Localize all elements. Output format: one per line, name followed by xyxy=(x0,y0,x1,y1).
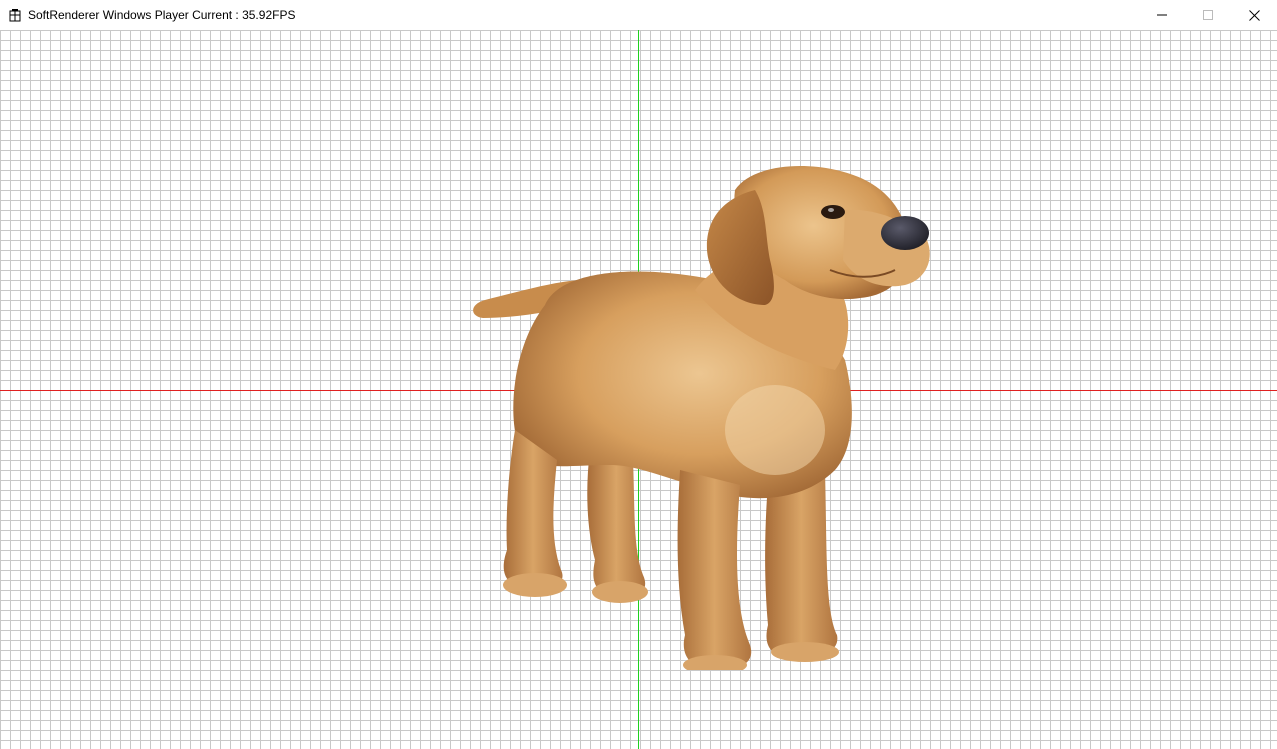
minimize-icon xyxy=(1157,14,1167,16)
window-title: SoftRenderer Windows Player Current : 35… xyxy=(28,8,296,22)
title-bar[interactable]: SoftRenderer Windows Player Current : 35… xyxy=(0,0,1277,30)
caption-buttons xyxy=(1139,0,1277,30)
minimize-button[interactable] xyxy=(1139,0,1185,30)
render-viewport[interactable] xyxy=(0,30,1277,749)
maximize-button[interactable] xyxy=(1185,0,1231,30)
close-icon xyxy=(1248,9,1260,21)
close-button[interactable] xyxy=(1231,0,1277,30)
app-window: SoftRenderer Windows Player Current : 35… xyxy=(0,0,1277,749)
maximize-icon xyxy=(1203,10,1213,20)
dog-3d-model xyxy=(473,166,930,670)
app-icon[interactable] xyxy=(8,8,22,22)
